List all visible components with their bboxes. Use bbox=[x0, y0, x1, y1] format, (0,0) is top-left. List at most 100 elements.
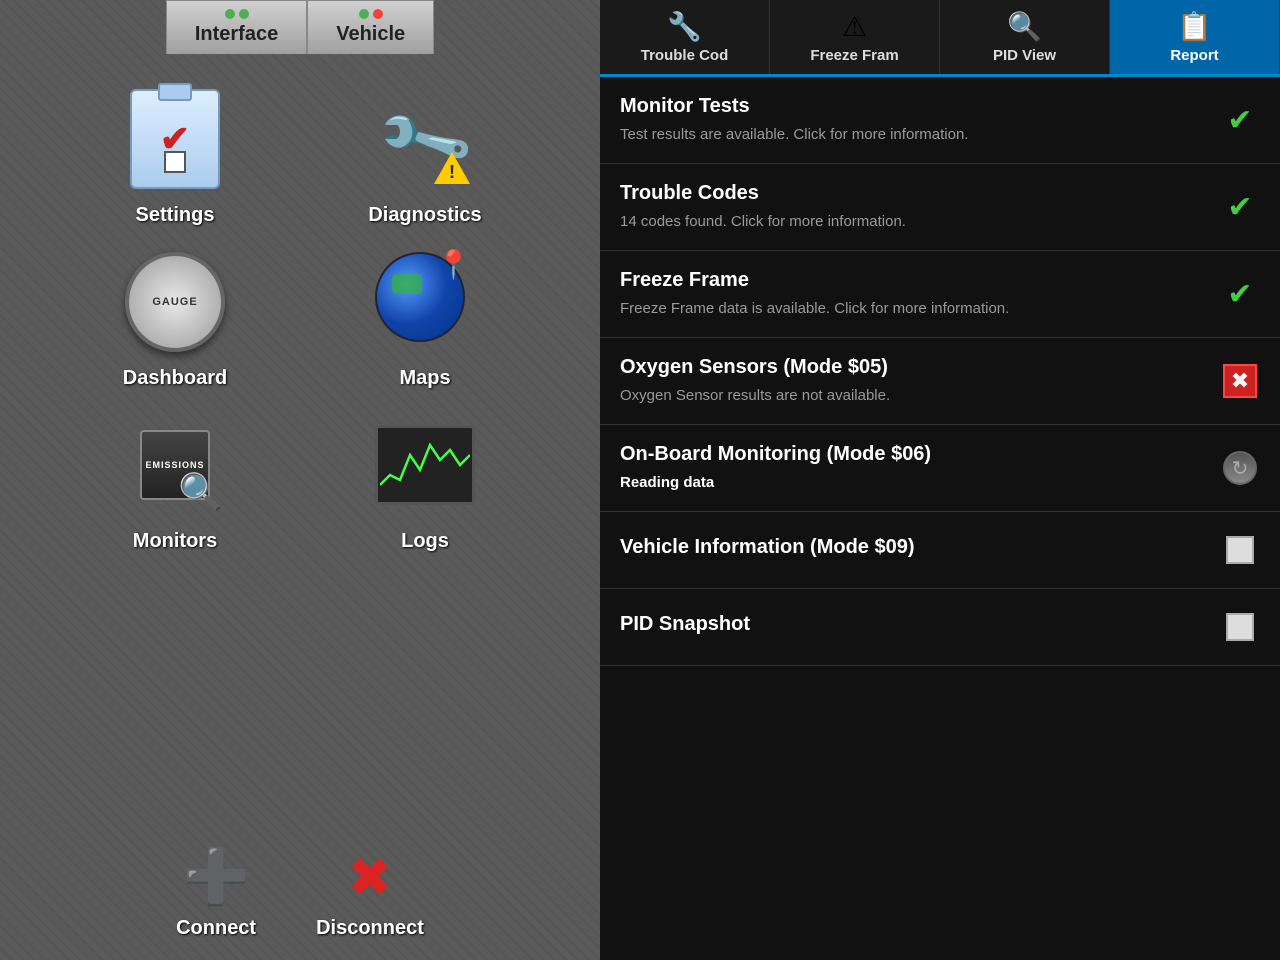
vehicle-tab-label: Vehicle bbox=[336, 23, 405, 46]
dashboard-label: Dashboard bbox=[123, 367, 227, 390]
report-list: Monitor Tests Test results are available… bbox=[600, 77, 1280, 960]
right-panel: 🔧 Trouble Cod ⚠ Freeze Fram 🔍 PID View 📋… bbox=[600, 0, 1280, 960]
logs-icon bbox=[375, 425, 475, 505]
bottom-row: ➕ Connect ✖ Disconnect bbox=[0, 846, 600, 960]
freeze-frame-status: ✔ bbox=[1220, 274, 1260, 314]
pid-snapshot-content: PID Snapshot bbox=[620, 613, 1204, 642]
diagnostics-icon-box: 🔧 ! bbox=[370, 84, 480, 194]
on-board-monitoring-title: On-Board Monitoring (Mode $06) bbox=[620, 443, 1204, 466]
dot-red bbox=[373, 9, 383, 19]
settings-label: Settings bbox=[136, 204, 215, 227]
disconnect-label: Disconnect bbox=[316, 917, 424, 940]
freeze-frame-tab-icon: ⚠ bbox=[842, 10, 867, 43]
checkbox-empty-icon-2 bbox=[1226, 613, 1254, 641]
tab-trouble-codes[interactable]: 🔧 Trouble Cod bbox=[600, 0, 770, 74]
map-pin-icon: 📍 bbox=[436, 248, 471, 281]
icon-grid: ✔ Settings 🔧 ! Diagnostics bbox=[0, 54, 600, 846]
report-item-oxygen-sensors[interactable]: Oxygen Sensors (Mode $05) Oxygen Sensor … bbox=[600, 338, 1280, 425]
report-item-on-board-monitoring[interactable]: On-Board Monitoring (Mode $06) Reading d… bbox=[600, 425, 1280, 512]
left-panel: Interface Vehicle ✔ Settings bbox=[0, 0, 600, 960]
trouble-codes-desc: 14 codes found. Click for more informati… bbox=[620, 211, 1204, 232]
oxygen-sensors-content: Oxygen Sensors (Mode $05) Oxygen Sensor … bbox=[620, 356, 1204, 406]
settings-box bbox=[164, 151, 186, 173]
report-item-pid-snapshot[interactable]: PID Snapshot bbox=[600, 589, 1280, 666]
gauge-label: GAUGE bbox=[152, 296, 197, 308]
diagnostics-icon: 🔧 ! bbox=[375, 89, 475, 189]
connect-label: Connect bbox=[176, 917, 256, 940]
tab-freeze-frame[interactable]: ⚠ Freeze Fram bbox=[770, 0, 940, 74]
disconnect-item[interactable]: ✖ Disconnect bbox=[316, 846, 424, 940]
diagnostics-item[interactable]: 🔧 ! Diagnostics bbox=[310, 84, 540, 227]
dashboard-item[interactable]: GAUGE Dashboard bbox=[60, 247, 290, 390]
logs-label: Logs bbox=[401, 530, 449, 553]
maps-icon-box: 📍 bbox=[370, 247, 480, 357]
gauge-icon: GAUGE bbox=[125, 252, 225, 352]
dashboard-icon-box: GAUGE bbox=[120, 247, 230, 357]
report-item-monitor-tests[interactable]: Monitor Tests Test results are available… bbox=[600, 77, 1280, 164]
trouble-codes-title: Trouble Codes bbox=[620, 182, 1204, 205]
graph-svg bbox=[380, 435, 470, 495]
connect-item[interactable]: ➕ Connect bbox=[176, 846, 256, 940]
top-nav: Interface Vehicle bbox=[0, 0, 600, 54]
tab-pid-view[interactable]: 🔍 PID View bbox=[940, 0, 1110, 74]
pid-view-tab-icon: 🔍 bbox=[1007, 10, 1042, 43]
oxygen-sensors-status: ✖ bbox=[1220, 361, 1260, 401]
pid-snapshot-title: PID Snapshot bbox=[620, 613, 1204, 636]
monitors-label: Monitors bbox=[133, 530, 217, 553]
report-item-freeze-frame[interactable]: Freeze Frame Freeze Frame data is availa… bbox=[600, 251, 1280, 338]
freeze-frame-content: Freeze Frame Freeze Frame data is availa… bbox=[620, 269, 1204, 319]
trouble-codes-tab-label: Trouble Cod bbox=[641, 47, 729, 64]
settings-icon-box: ✔ bbox=[120, 84, 230, 194]
monitor-tests-content: Monitor Tests Test results are available… bbox=[620, 95, 1204, 145]
magnifier-icon: 🔍 bbox=[178, 471, 223, 513]
vehicle-tab[interactable]: Vehicle bbox=[307, 0, 434, 54]
dot-green-3 bbox=[359, 9, 369, 19]
freeze-frame-title: Freeze Frame bbox=[620, 269, 1204, 292]
maps-icon: 📍 bbox=[375, 252, 475, 352]
monitors-icon-box: EMISSIONS 🔍 bbox=[120, 410, 230, 520]
logs-item[interactable]: Logs bbox=[310, 410, 540, 553]
vehicle-information-status bbox=[1220, 530, 1260, 570]
spinner-icon: ↻ bbox=[1223, 451, 1257, 485]
monitors-icon: EMISSIONS 🔍 bbox=[125, 415, 225, 515]
freeze-frame-tab-label: Freeze Fram bbox=[810, 47, 898, 64]
pid-snapshot-status bbox=[1220, 607, 1260, 647]
plus-icon: ➕ bbox=[182, 846, 249, 909]
chip-label: EMISSIONS bbox=[145, 460, 204, 471]
checkbox-empty-icon bbox=[1226, 536, 1254, 564]
warning-text: ! bbox=[449, 163, 455, 181]
report-tab-icon: 📋 bbox=[1177, 10, 1212, 43]
logs-icon-box bbox=[370, 410, 480, 520]
check-icon: ✔ bbox=[1227, 103, 1252, 138]
vehicle-information-content: Vehicle Information (Mode $09) bbox=[620, 536, 1204, 565]
dot-green-2 bbox=[239, 9, 249, 19]
maps-label: Maps bbox=[399, 367, 450, 390]
interface-tab-label: Interface bbox=[195, 23, 278, 46]
settings-item[interactable]: ✔ Settings bbox=[60, 84, 290, 227]
check-icon-2: ✔ bbox=[1227, 190, 1252, 225]
diagnostics-label: Diagnostics bbox=[368, 204, 481, 227]
oxygen-sensors-desc: Oxygen Sensor results are not available. bbox=[620, 385, 1204, 406]
tab-bar: 🔧 Trouble Cod ⚠ Freeze Fram 🔍 PID View 📋… bbox=[600, 0, 1280, 77]
cross-icon: ✖ bbox=[347, 846, 392, 909]
settings-icon: ✔ bbox=[130, 89, 220, 189]
trouble-codes-tab-icon: 🔧 bbox=[667, 10, 702, 43]
monitor-tests-title: Monitor Tests bbox=[620, 95, 1204, 118]
report-tab-label: Report bbox=[1170, 47, 1218, 64]
trouble-codes-status: ✔ bbox=[1220, 187, 1260, 227]
on-board-monitoring-content: On-Board Monitoring (Mode $06) Reading d… bbox=[620, 443, 1204, 493]
check-icon-3: ✔ bbox=[1227, 277, 1252, 312]
freeze-frame-desc: Freeze Frame data is available. Click fo… bbox=[620, 298, 1204, 319]
report-item-trouble-codes[interactable]: Trouble Codes 14 codes found. Click for … bbox=[600, 164, 1280, 251]
tab-report[interactable]: 📋 Report bbox=[1110, 0, 1280, 74]
oxygen-sensors-title: Oxygen Sensors (Mode $05) bbox=[620, 356, 1204, 379]
interface-tab[interactable]: Interface bbox=[166, 0, 307, 54]
cross-icon: ✖ bbox=[1223, 364, 1257, 398]
pid-view-tab-label: PID View bbox=[993, 47, 1056, 64]
report-item-vehicle-information[interactable]: Vehicle Information (Mode $09) bbox=[600, 512, 1280, 589]
monitor-tests-status: ✔ bbox=[1220, 100, 1260, 140]
dot-green bbox=[225, 9, 235, 19]
maps-item[interactable]: 📍 Maps bbox=[310, 247, 540, 390]
on-board-monitoring-desc: Reading data bbox=[620, 472, 1204, 493]
monitors-item[interactable]: EMISSIONS 🔍 Monitors bbox=[60, 410, 290, 553]
